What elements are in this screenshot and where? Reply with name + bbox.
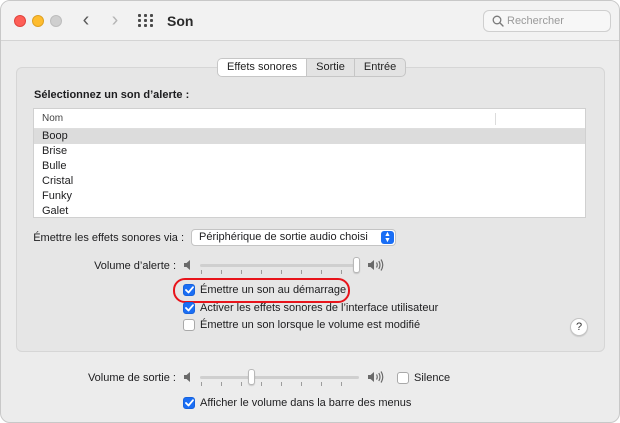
window-title: Son — [167, 13, 194, 29]
startup-sound-option[interactable]: Émettre un son au démarrage — [183, 284, 346, 296]
volume-feedback-option[interactable]: Émettre un son lorsque le volume est mod… — [183, 319, 420, 331]
slider-tick — [301, 382, 302, 386]
slider-tick — [221, 382, 222, 386]
tab-bar: Effets sonores Sortie Entrée — [217, 58, 407, 77]
search-field[interactable] — [483, 10, 611, 32]
list-header[interactable]: Nom — [34, 109, 585, 129]
ui-sound-effects-checkbox[interactable] — [183, 302, 195, 314]
slider-tick — [321, 270, 322, 274]
alert-sound-heading: Sélectionnez un son d’alerte : — [34, 89, 190, 101]
slider-tick — [241, 270, 242, 274]
menu-bar-volume-label: Afficher le volume dans la barre des men… — [200, 397, 412, 409]
volume-feedback-label: Émettre un son lorsque le volume est mod… — [200, 319, 421, 331]
output-volume-knob[interactable] — [248, 369, 255, 385]
list-item[interactable]: Cristal — [34, 174, 585, 189]
slider-tick — [281, 382, 282, 386]
speaker-high-icon — [368, 259, 384, 271]
volume-feedback-checkbox[interactable] — [183, 319, 195, 331]
slider-track — [200, 376, 359, 379]
slider-tick — [241, 382, 242, 386]
slider-tick — [261, 270, 262, 274]
title-bar: ‹ › Son — [1, 1, 619, 41]
system-preferences-window: ‹ › Son Effets sonores Sortie Entrée Sél… — [0, 0, 620, 423]
effects-via-label: Émettre les effets sonores via : — [33, 232, 184, 244]
checkmark-icon — [184, 286, 194, 294]
slider-track — [200, 264, 359, 267]
chevron-updown-icon: ▲ ▼ — [381, 231, 394, 244]
list-item[interactable]: Funky — [34, 189, 585, 204]
alert-volume-knob[interactable] — [353, 257, 360, 273]
checkmark-icon — [184, 304, 194, 312]
startup-sound-checkbox[interactable] — [183, 284, 195, 296]
list-item[interactable]: Galet — [34, 204, 585, 217]
menu-bar-volume-option[interactable]: Afficher le volume dans la barre des men… — [183, 397, 411, 409]
speaker-high-icon — [368, 371, 384, 383]
back-button[interactable]: ‹ — [76, 10, 96, 32]
speaker-low-icon — [184, 372, 190, 382]
close-button[interactable] — [14, 15, 26, 27]
effects-device-popup[interactable]: Périphérique de sortie audio choisi ▲ ▼ — [191, 229, 396, 246]
alert-volume-label: Volume d’alerte : — [94, 260, 176, 272]
tab-input[interactable]: Entrée — [355, 59, 405, 76]
slider-tick — [281, 270, 282, 274]
ui-sound-effects-label: Activer les effets sonores de l’interfac… — [200, 302, 439, 314]
search-input[interactable] — [507, 13, 605, 29]
slider-tick — [301, 270, 302, 274]
list-item[interactable]: Boop — [34, 129, 585, 144]
list-item[interactable]: Brise — [34, 144, 585, 159]
slider-tick — [321, 382, 322, 386]
tab-output[interactable]: Sortie — [307, 59, 355, 76]
alert-sound-list[interactable]: Nom Boop Brise Bulle Cristal Funky Galet — [33, 108, 586, 218]
speaker-low-icon — [184, 260, 190, 270]
list-item[interactable]: Bulle — [34, 159, 585, 174]
help-button[interactable]: ? — [570, 318, 588, 336]
checkmark-icon — [184, 399, 194, 407]
startup-sound-label: Émettre un son au démarrage — [200, 284, 347, 296]
slider-tick — [201, 270, 202, 274]
slider-tick — [261, 382, 262, 386]
output-volume-label: Volume de sortie : — [87, 372, 176, 384]
slider-tick — [341, 270, 342, 274]
ui-sound-effects-option[interactable]: Activer les effets sonores de l’interfac… — [183, 302, 438, 314]
slider-tick — [201, 382, 202, 386]
show-all-grid-icon[interactable] — [138, 14, 154, 28]
effects-device-value: Périphérique de sortie audio choisi — [199, 231, 368, 243]
search-icon — [492, 15, 504, 27]
mute-label: Silence — [414, 372, 451, 384]
tab-sound-effects[interactable]: Effets sonores — [218, 59, 308, 76]
column-header-name[interactable]: Nom — [42, 113, 63, 124]
menu-bar-volume-checkbox[interactable] — [183, 397, 195, 409]
mute-checkbox[interactable] — [397, 372, 409, 384]
forward-button[interactable]: › — [105, 10, 125, 32]
zoom-button[interactable] — [50, 15, 62, 27]
minimize-button[interactable] — [32, 15, 44, 27]
slider-tick — [221, 270, 222, 274]
column-divider — [495, 113, 496, 125]
mute-option[interactable]: Silence — [397, 372, 450, 384]
slider-tick — [341, 382, 342, 386]
